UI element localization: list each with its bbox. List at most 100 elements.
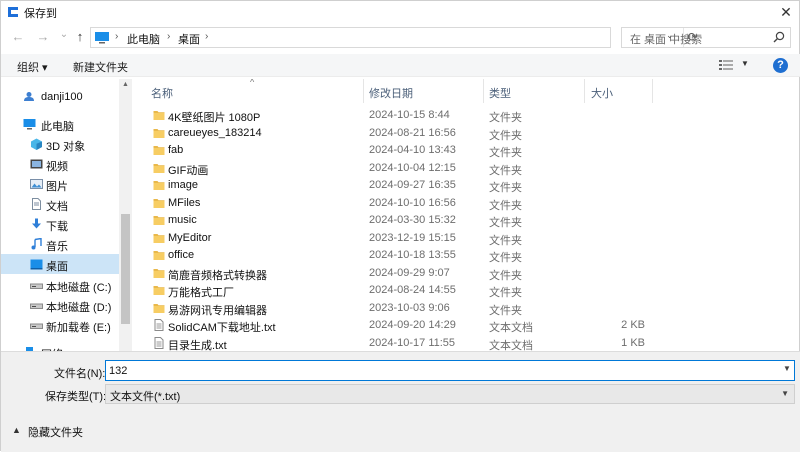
file-name: SolidCAM下载地址.txt — [168, 322, 276, 334]
chevron-down-icon[interactable]: ▼ — [781, 389, 789, 398]
view-options-icon[interactable] — [719, 59, 733, 71]
folder-icon — [153, 144, 165, 156]
folder-icon — [153, 232, 165, 244]
file-type: 文本文档 — [489, 322, 533, 334]
sidebar-item[interactable]: 视频 — [1, 154, 119, 174]
file-type: 文件夹 — [489, 112, 522, 124]
sidebar-item-label: 下载 — [46, 221, 68, 233]
column-divider[interactable] — [363, 79, 364, 103]
sidebar-scrollbar[interactable]: ▲ — [119, 79, 132, 351]
file-row[interactable]: music 2024-03-30 15:32 文件夹 — [133, 212, 800, 229]
save-form: 文件名(N): ▼ 保存类型(T): 文本文件(*.txt) ▼ — [1, 351, 800, 411]
search-box[interactable]: 在 桌面 中搜索 — [621, 27, 791, 48]
organize-button[interactable]: 组织 ▾ — [17, 59, 48, 75]
sidebar-item[interactable]: 桌面 — [1, 254, 119, 274]
video-icon — [30, 158, 43, 170]
file-row[interactable]: MFiles 2024-10-10 16:56 文件夹 — [133, 195, 800, 212]
file-row[interactable]: GIF动画 2024-10-04 12:15 文件夹 — [133, 160, 800, 177]
sidebar-item[interactable]: 此电脑 — [1, 114, 119, 134]
file-row[interactable]: SolidCAM下载地址.txt 2024-09-20 14:29 文本文档 2 KB — [133, 317, 800, 334]
file-name: MFiles — [168, 196, 201, 209]
file-row[interactable]: image 2024-09-27 16:35 文件夹 — [133, 177, 800, 194]
scrollbar-thumb[interactable] — [121, 214, 130, 324]
sidebar-item[interactable]: 本地磁盘 (D:) — [1, 295, 119, 315]
folder-icon — [153, 249, 165, 261]
address-bar[interactable]: › 此电脑 › 桌面 › ⌄ ⟳ — [90, 27, 698, 48]
hide-folders-button[interactable]: 隐藏文件夹 — [28, 424, 83, 440]
file-row[interactable]: fab 2024-04-10 13:43 文件夹 — [133, 142, 800, 159]
folder-icon — [153, 179, 165, 191]
sidebar-item[interactable]: 本地磁盘 (C:) — [1, 275, 119, 295]
chevron-up-icon[interactable]: ▲ — [12, 425, 21, 435]
file-modified: 2024-03-30 15:32 — [369, 214, 456, 226]
file-size: 1 KB — [621, 336, 645, 349]
file-row[interactable]: 万能格式工厂 2024-08-24 14:55 文件夹 — [133, 282, 800, 299]
search-input[interactable]: 在 桌面 中搜索 — [630, 31, 702, 47]
folder-icon — [153, 267, 165, 279]
computer-icon — [23, 118, 36, 130]
file-row[interactable]: 简鹿音频格式转换器 2024-09-29 9:07 文件夹 — [133, 265, 800, 282]
sidebar-item[interactable]: 图片 — [1, 174, 119, 194]
desktop-icon — [30, 258, 43, 270]
column-headers: ^ 名称 修改日期 类型 大小 — [133, 79, 800, 103]
file-type: 文件夹 — [489, 199, 522, 212]
column-divider[interactable] — [584, 79, 585, 103]
filename-input[interactable] — [105, 360, 795, 381]
sidebar-item[interactable]: 音乐 — [1, 234, 119, 254]
file-name: careueyes_183214 — [168, 126, 262, 139]
search-icon — [773, 31, 785, 43]
file-modified: 2024-10-17 11:55 — [369, 336, 456, 349]
column-modified[interactable]: 修改日期 — [369, 85, 413, 101]
sidebar-item-label: 图片 — [46, 181, 68, 193]
close-button[interactable]: ✕ — [771, 1, 800, 23]
file-name: image — [168, 179, 198, 191]
view-dropdown-icon[interactable]: ▼ — [741, 59, 749, 68]
music-icon — [30, 237, 43, 250]
file-row[interactable]: 4K壁纸图片 1080P 2024-10-15 8:44 文件夹 — [133, 107, 800, 124]
file-name: 目录生成.txt — [168, 339, 227, 352]
file-type: 文件夹 — [489, 182, 522, 194]
text-file-icon — [153, 336, 165, 349]
column-size[interactable]: 大小 — [591, 85, 613, 101]
file-row[interactable]: office 2024-10-18 13:55 文件夹 — [133, 247, 800, 264]
file-modified: 2024-10-18 13:55 — [369, 249, 456, 261]
filetype-select[interactable]: 文本文件(*.txt) ▼ — [105, 384, 795, 404]
column-type[interactable]: 类型 — [489, 85, 511, 101]
sidebar-item[interactable]: 文档 — [1, 194, 119, 214]
file-row[interactable]: careueyes_183214 2024-08-21 16:56 文件夹 — [133, 125, 800, 142]
file-row[interactable]: MyEditor 2023-12-19 15:15 文件夹 — [133, 230, 800, 247]
file-name: 万能格式工厂 — [168, 287, 234, 299]
column-name[interactable]: 名称 — [151, 85, 173, 101]
column-divider[interactable] — [652, 79, 653, 103]
scroll-up-icon[interactable]: ▲ — [122, 81, 129, 88]
file-type: 文件夹 — [489, 164, 522, 177]
3d-objects-icon — [30, 138, 43, 150]
computer-icon — [95, 32, 109, 44]
file-name: 4K壁纸图片 1080P — [168, 112, 261, 124]
chevron-down-icon[interactable]: ▼ — [783, 364, 791, 373]
sidebar-item[interactable]: 网络 — [1, 342, 119, 351]
file-name: 易游网讯专用编辑器 — [168, 304, 267, 317]
column-divider[interactable] — [483, 79, 484, 103]
breadcrumb-desktop[interactable]: 桌面 — [178, 31, 200, 47]
file-modified: 2024-09-20 14:29 — [369, 319, 456, 331]
sidebar-item[interactable]: 新加载卷 (E:) — [1, 315, 119, 335]
file-size: 2 KB — [621, 319, 645, 331]
back-button[interactable]: ← — [9, 28, 27, 46]
file-row[interactable]: 易游网讯专用编辑器 2023-10-03 9:06 文件夹 — [133, 300, 800, 317]
forward-button[interactable]: → — [34, 28, 52, 46]
help-icon[interactable]: ? — [773, 58, 788, 73]
file-type: 文件夹 — [489, 287, 522, 299]
sidebar-item-label: 视频 — [46, 161, 68, 173]
file-row[interactable]: 目录生成.txt 2024-10-17 11:55 文本文档 1 KB — [133, 335, 800, 352]
sidebar-item[interactable]: 3D 对象 — [1, 134, 119, 154]
file-modified: 2024-10-10 16:56 — [369, 196, 456, 209]
file-type: 文件夹 — [489, 129, 522, 142]
breadcrumb-this-pc[interactable]: 此电脑 — [127, 31, 160, 47]
up-button[interactable]: ↑ — [71, 28, 89, 46]
sidebar-item-label: 文档 — [46, 201, 68, 213]
sidebar-item[interactable]: danji100 — [1, 87, 119, 107]
sidebar-item[interactable]: 下载 — [1, 214, 119, 234]
file-modified: 2024-09-27 16:35 — [369, 179, 456, 191]
new-folder-button[interactable]: 新建文件夹 — [73, 59, 128, 75]
